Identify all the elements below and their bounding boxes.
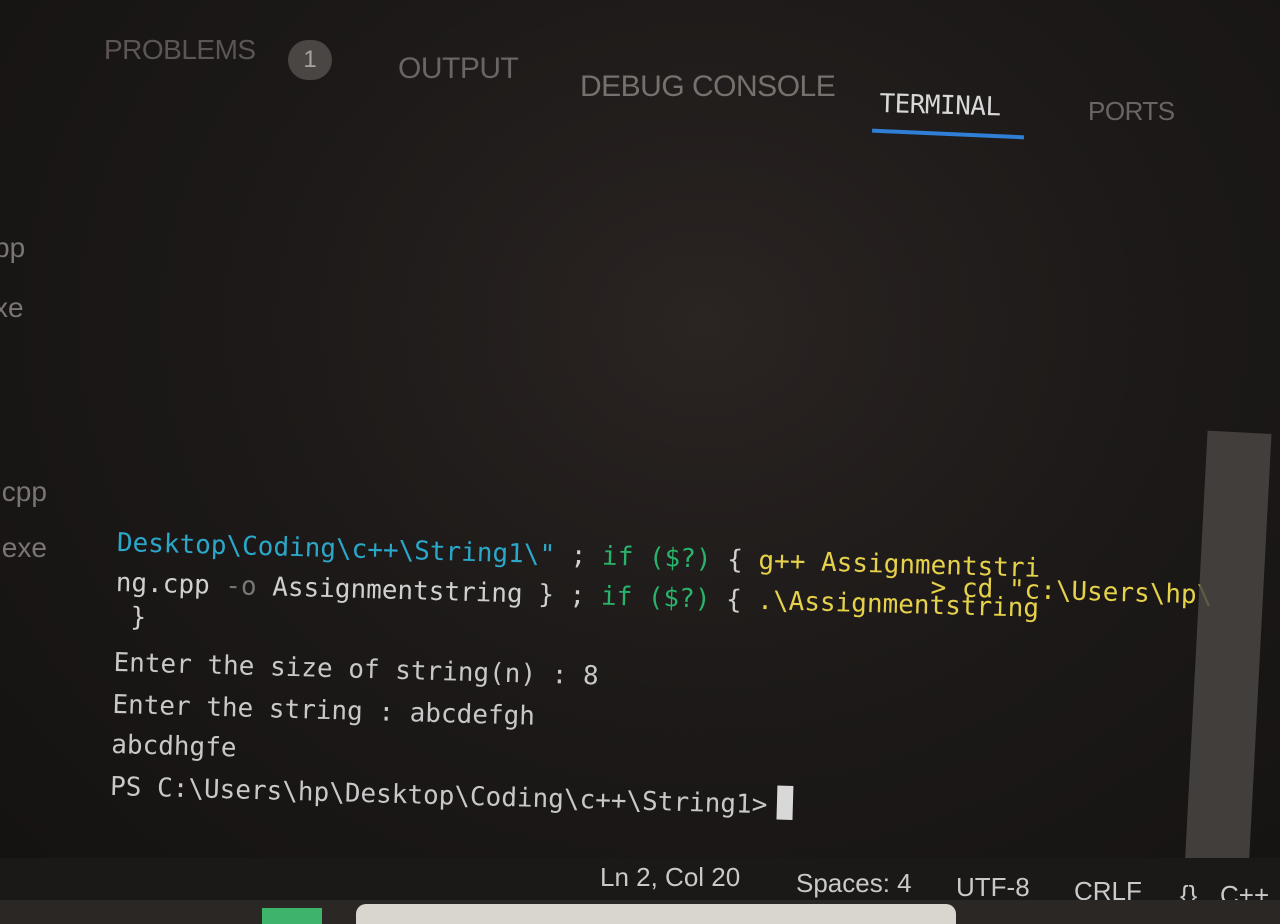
run-command: .\Assignmentstring [756,585,1040,624]
program-output-line: abcdhgfe [110,729,237,764]
separator-text: ; [554,540,603,572]
tab-ports[interactable]: PORTS [1088,96,1175,127]
output-name-text: Assignmentstring } ; [271,572,602,612]
cursor-position[interactable]: Ln 2, Col 20 [600,862,740,893]
windows-start-icon[interactable] [262,908,322,924]
explorer-item[interactable]: .exe [0,532,47,564]
brace-text: { [710,584,758,616]
indentation-setting[interactable]: Spaces: 4 [796,868,912,899]
compile-command: g++ Assignmentstri [758,545,1041,584]
tab-terminal[interactable]: TERMINAL [870,84,1280,474]
terminal-output[interactable]: > cd "c:\Users\hp\ Desktop\Coding\c++\St… [108,505,1213,895]
encoding-setting[interactable]: UTF-8 [956,872,1030,903]
explorer-sidebar: pp xe .cpp .exe [0,200,70,580]
terminal-scrollbar[interactable] [1184,430,1272,874]
if-keyword: if ($?) [600,581,711,615]
terminal-line: } [114,601,147,633]
tab-output[interactable]: OUTPUT [398,52,519,86]
prompt-text: PS C:\Users\hp\Desktop\Coding\c++\String… [109,771,768,821]
panel-tab-bar: PROBLEMS 1 OUTPUT DEBUG CONSOLE TERMINAL… [0,0,1280,150]
tab-problems[interactable]: PROBLEMS [104,34,256,66]
explorer-item[interactable]: xe [0,292,24,324]
tab-debug-console[interactable]: DEBUG CONSOLE [580,70,836,104]
explorer-item[interactable]: pp [0,232,25,264]
source-file-text: ng.cpp [115,567,211,601]
shell-prompt: PS C:\Users\hp\Desktop\Coding\c++\String… [110,767,794,826]
problems-count-badge: 1 [288,40,332,80]
if-keyword: if ($?) [601,541,712,575]
flag-text: -o [209,570,273,603]
brace-text: { [711,544,759,576]
explorer-item[interactable]: .cpp [0,476,47,508]
terminal-cursor [776,785,794,820]
taskbar-search-box[interactable] [356,904,956,924]
